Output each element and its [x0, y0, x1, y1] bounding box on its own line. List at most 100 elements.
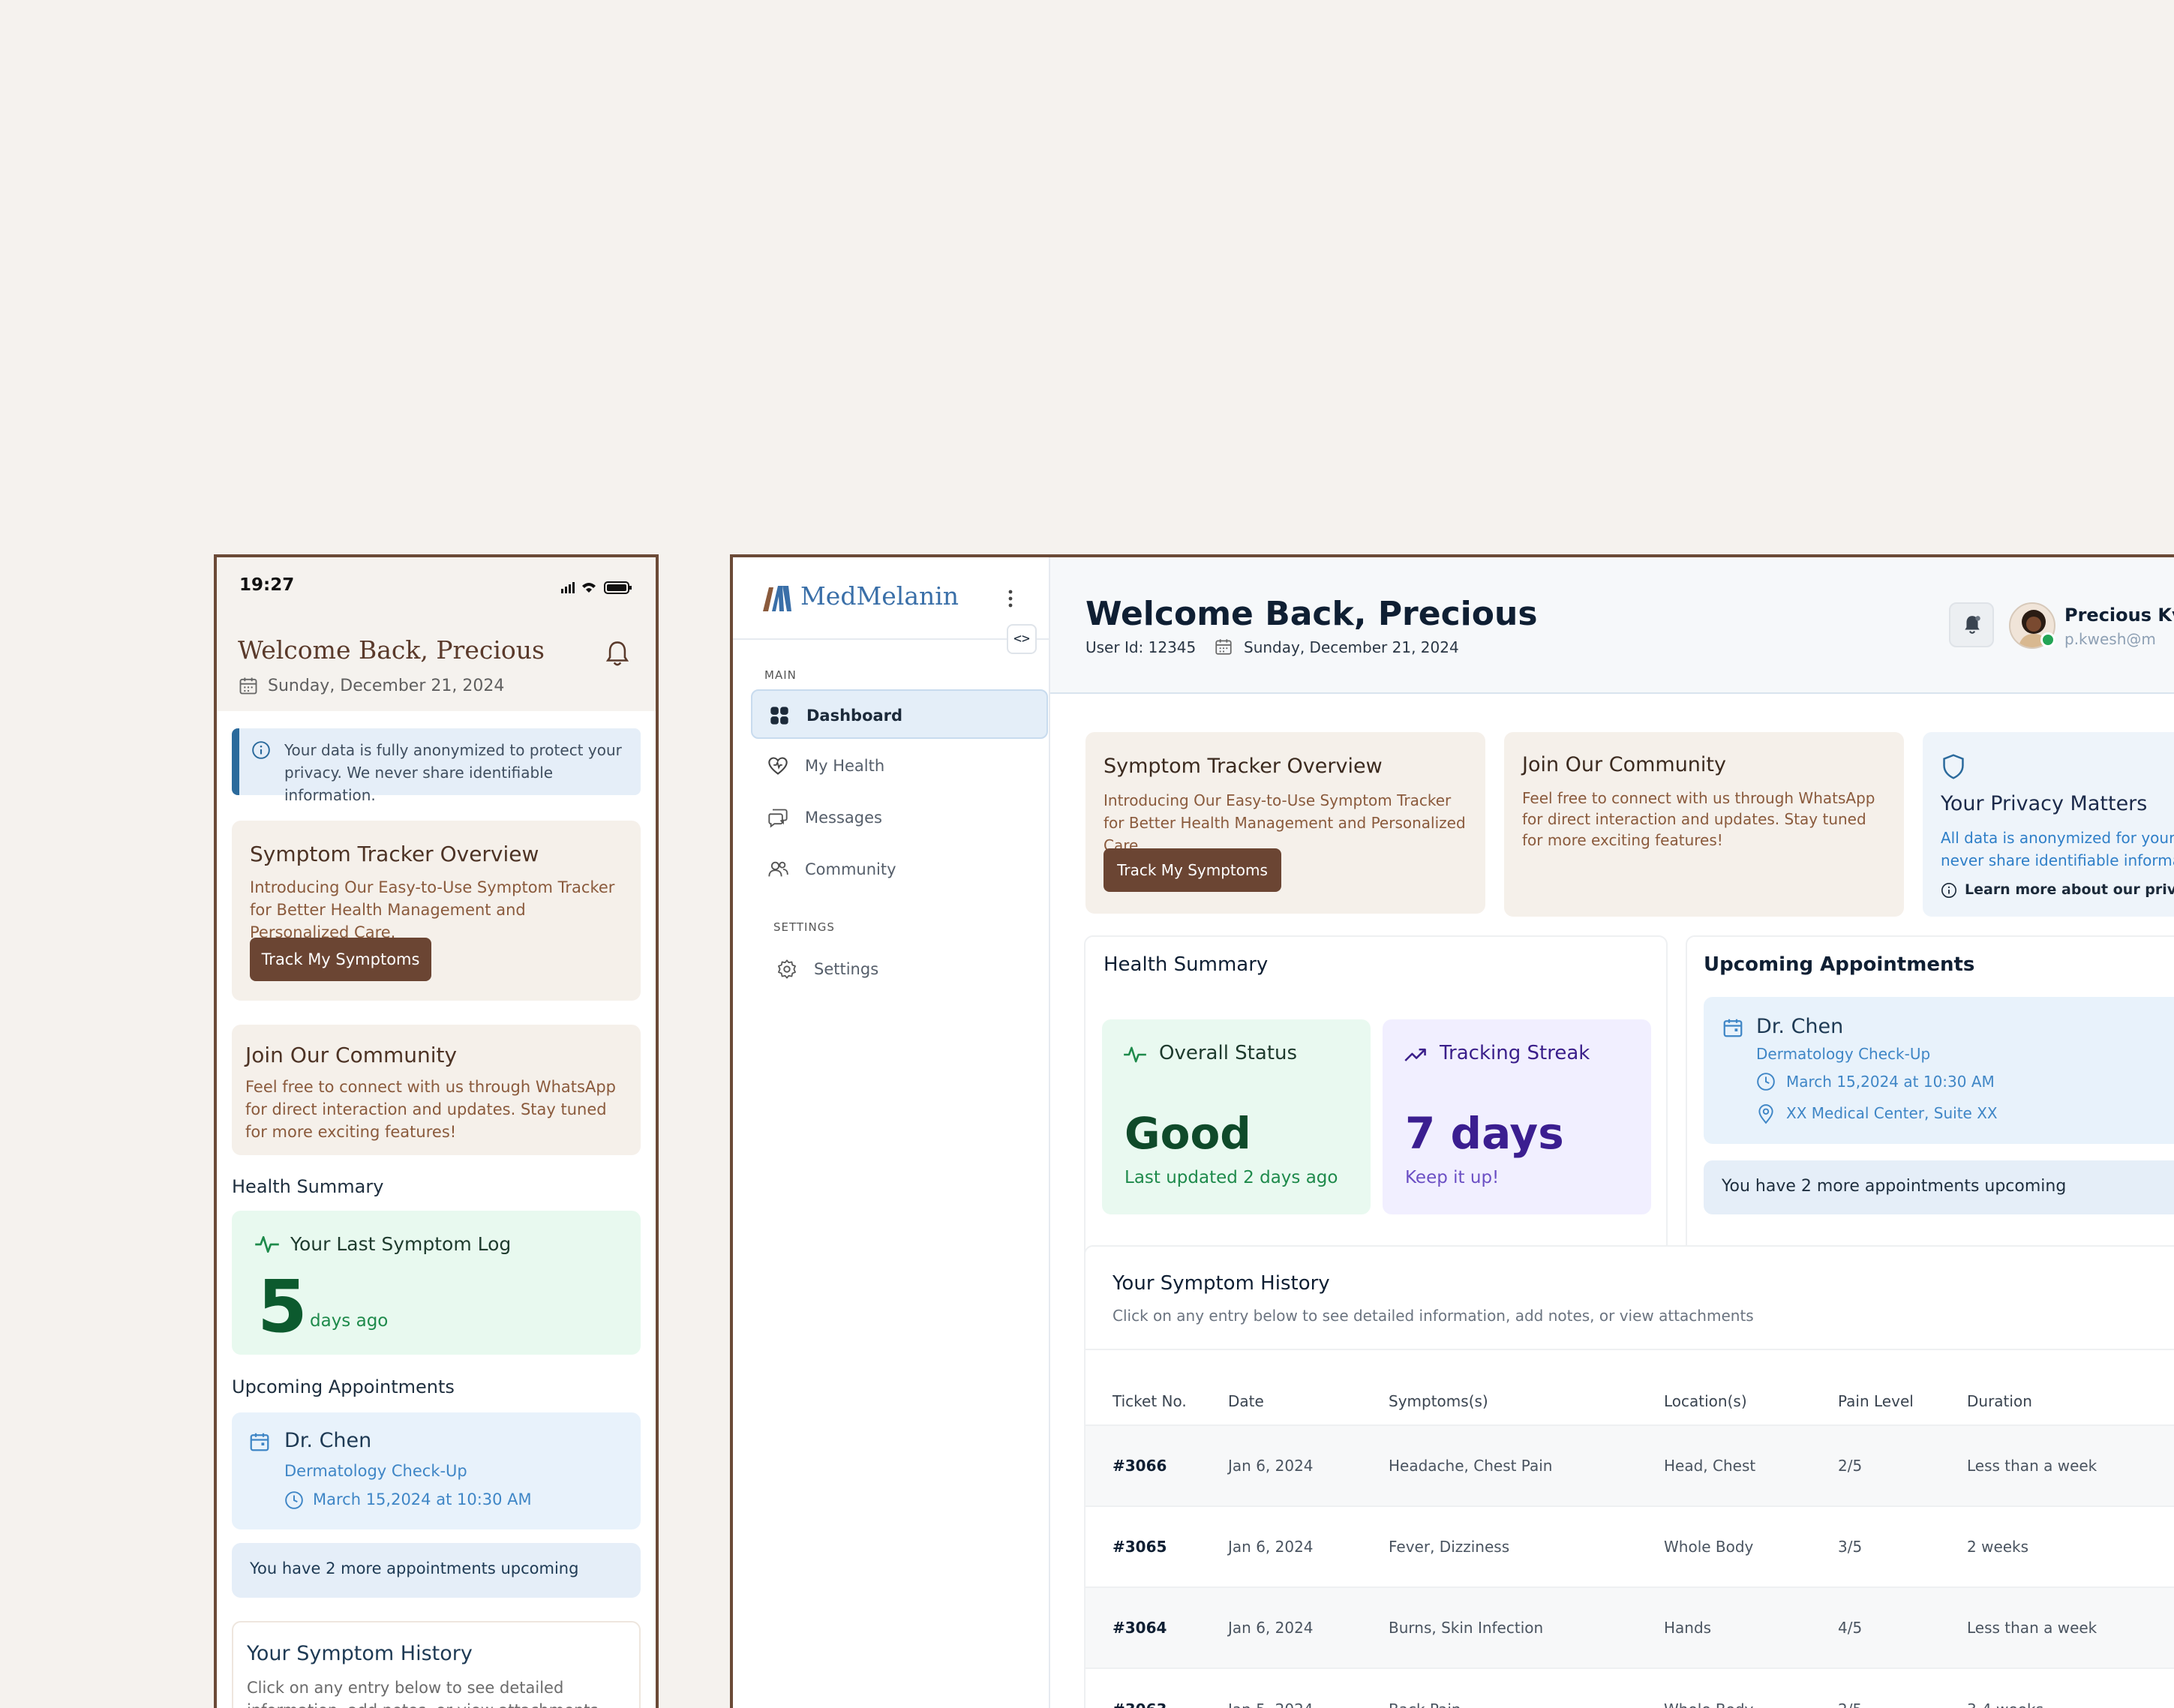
table-cell: Less than a week	[1967, 1586, 2174, 1668]
sidebar-item-dashboard[interactable]: Dashboard	[751, 689, 1048, 739]
bell-icon	[1965, 616, 1980, 634]
more-appointments-banner[interactable]: You have 2 more appointments upcoming	[232, 1543, 641, 1598]
table-cell: 2 weeks	[1967, 1505, 2174, 1587]
appointment-time: March 15,2024 at 10:30 AM	[313, 1490, 532, 1508]
page-title: Welcome Back, Precious	[1085, 595, 1538, 633]
sidebar-item-my-health[interactable]: My Health	[751, 741, 1048, 791]
desktop-screen: MedMelanin <> MAIN Dashboard My Health M…	[730, 554, 2174, 1708]
more-appointments-banner[interactable]: You have 2 more appointments upcoming	[1704, 1160, 2174, 1214]
logo-icon	[763, 586, 791, 611]
last-symptom-log-card: Your Last Symptom Log 5 days ago	[232, 1211, 641, 1355]
tile-label: Overall Status	[1159, 1042, 1298, 1064]
activity-icon	[255, 1235, 279, 1253]
appointment-location: XX Medical Center, Suite XX	[1786, 1104, 1998, 1122]
status-value: Good	[1125, 1108, 1251, 1159]
table-row[interactable]: #3063 Jan 5, 2024 Back Pain Whole Body 2…	[1085, 1667, 2174, 1708]
brand-name: MedMelanin	[800, 581, 959, 611]
column-header[interactable]: Date	[1228, 1377, 1389, 1425]
gear-icon	[778, 959, 796, 979]
more-appointments-text: You have 2 more appointments upcoming	[1722, 1177, 2067, 1196]
track-symptoms-button[interactable]: Track My Symptoms	[250, 938, 431, 981]
calendar-icon	[239, 677, 257, 695]
sidebar-item-label: Messages	[805, 809, 882, 827]
table-row[interactable]: #3065 Jan 6, 2024 Fever, Dizziness Whole…	[1085, 1505, 2174, 1587]
table-cell: Jan 6, 2024	[1228, 1586, 1389, 1668]
streak-message: Keep it up!	[1405, 1168, 1500, 1187]
table-cell: 2/5	[1838, 1667, 1967, 1708]
table-row[interactable]: #3064 Jan 6, 2024 Burns, Skin Infection …	[1085, 1586, 2174, 1668]
table-cell: Burns, Skin Infection	[1389, 1586, 1664, 1668]
doctor-name: Dr. Chen	[1756, 1015, 1844, 1038]
community-card[interactable]: Join Our Community Feel free to connect …	[232, 1025, 641, 1155]
status-bar-icons	[561, 581, 632, 594]
card-text: Introducing Our Easy-to-Use Symptom Trac…	[1104, 791, 1466, 854]
table-cell: 2/5	[1838, 1424, 1967, 1506]
table-cell: Fever, Dizziness	[1389, 1505, 1664, 1587]
appointment-item[interactable]: Dr. Chen Dermatology Check-Up March 15,2…	[1704, 997, 2174, 1144]
more-appointments-text: You have 2 more appointments upcoming	[250, 1559, 579, 1577]
user-email: p.kwesh@m	[2064, 630, 2156, 648]
calendar-icon	[1723, 1019, 1743, 1037]
card-text: Click on any entry below to see detailed…	[1113, 1307, 1754, 1325]
shield-icon	[1943, 754, 1964, 779]
info-icon	[1941, 883, 1956, 898]
card-text: Introducing Our Easy-to-Use Symptom Trac…	[250, 878, 615, 941]
bell-icon[interactable]	[605, 640, 630, 668]
card-title: Your Symptom History	[1113, 1272, 1330, 1295]
card-title: Upcoming Appointments	[1704, 953, 1975, 976]
column-header[interactable]: Symptoms(s)	[1389, 1377, 1664, 1425]
appointment-card[interactable]: Dr. Chen Dermatology Check-Up March 15,2…	[232, 1412, 641, 1529]
sidebar-item-messages[interactable]: Messages	[751, 793, 1048, 842]
notifications-button[interactable]	[1949, 602, 1994, 647]
sidebar-item-community[interactable]: Community	[751, 845, 1048, 894]
community-card[interactable]: Join Our Community Feel free to connect …	[1504, 732, 1904, 917]
privacy-link[interactable]: Learn more about our privacy p	[1965, 881, 2174, 898]
table-cell: Back Pain	[1389, 1667, 1664, 1708]
sidebar-item-settings[interactable]: Settings	[760, 944, 1045, 994]
column-header[interactable]: Location(s)	[1664, 1377, 1838, 1425]
more-options-icon[interactable]	[1006, 587, 1015, 610]
overall-status-tile: Overall Status Good Last updated 2 days …	[1102, 1019, 1371, 1214]
column-header[interactable]: Ticket No.	[1085, 1377, 1228, 1425]
calendar-icon	[1215, 639, 1232, 655]
appointment-type: Dermatology Check-Up	[284, 1462, 467, 1480]
appointment-type: Dermatology Check-Up	[1756, 1045, 1931, 1063]
card-text: Feel free to connect with us through Wha…	[1522, 789, 1875, 849]
table-cell: Headache, Chest Pain	[1389, 1424, 1664, 1506]
card-title: Symptom Tracker Overview	[250, 842, 539, 866]
table-cell: Jan 6, 2024	[1228, 1424, 1389, 1506]
column-header[interactable]: Duration	[1967, 1377, 2174, 1425]
card-title: Symptom Tracker Overview	[1104, 755, 1383, 778]
divider	[1085, 1349, 2174, 1350]
calendar-icon	[250, 1433, 269, 1451]
tile-label: Tracking Streak	[1440, 1042, 1590, 1064]
symptom-history-table: Ticket No. Date Symptoms(s) Location(s) …	[1085, 1377, 2174, 1708]
track-symptoms-button[interactable]: Track My Symptoms	[1104, 848, 1281, 892]
column-header[interactable]: Pain Level	[1838, 1377, 1967, 1425]
ticket-number: #3066	[1085, 1424, 1228, 1506]
card-title: Health Summary	[1104, 953, 1269, 976]
page-title: Welcome Back, Precious	[238, 635, 545, 665]
ticket-number: #3065	[1085, 1505, 1228, 1587]
card-text: Feel free to connect with us through Wha…	[245, 1078, 616, 1141]
sidebar-item-label: Dashboard	[806, 707, 903, 725]
sidebar: MedMelanin <> MAIN Dashboard My Health M…	[733, 557, 1050, 1708]
symptom-history-card: Your Symptom History Click on any entry …	[232, 1621, 641, 1708]
user-name[interactable]: Precious Kv	[2064, 605, 2174, 626]
appointment-time: March 15,2024 at 10:30 AM	[1786, 1073, 1995, 1091]
current-date: Sunday, December 21, 2024	[1244, 638, 1459, 656]
privacy-text: Your data is fully anonymized to protect…	[284, 741, 622, 804]
table-cell: 3/5	[1838, 1505, 1967, 1587]
table-cell: Head, Chest	[1664, 1424, 1838, 1506]
privacy-card: Your Privacy Matters All data is anonymi…	[1923, 732, 2174, 917]
sidebar-item-label: My Health	[805, 757, 885, 775]
section-title: Upcoming Appointments	[232, 1376, 455, 1397]
clock-icon	[285, 1491, 303, 1509]
sidebar-item-label: Settings	[814, 960, 879, 978]
ticket-number: #3063	[1085, 1667, 1228, 1708]
table-header-row: Ticket No. Date Symptoms(s) Location(s) …	[1085, 1377, 2174, 1425]
collapse-sidebar-button[interactable]: <>	[1007, 624, 1037, 654]
status-updated: Last updated 2 days ago	[1125, 1168, 1338, 1187]
table-row[interactable]: #3066 Jan 6, 2024 Headache, Chest Pain H…	[1085, 1424, 2174, 1506]
trending-up-icon	[1404, 1048, 1426, 1061]
